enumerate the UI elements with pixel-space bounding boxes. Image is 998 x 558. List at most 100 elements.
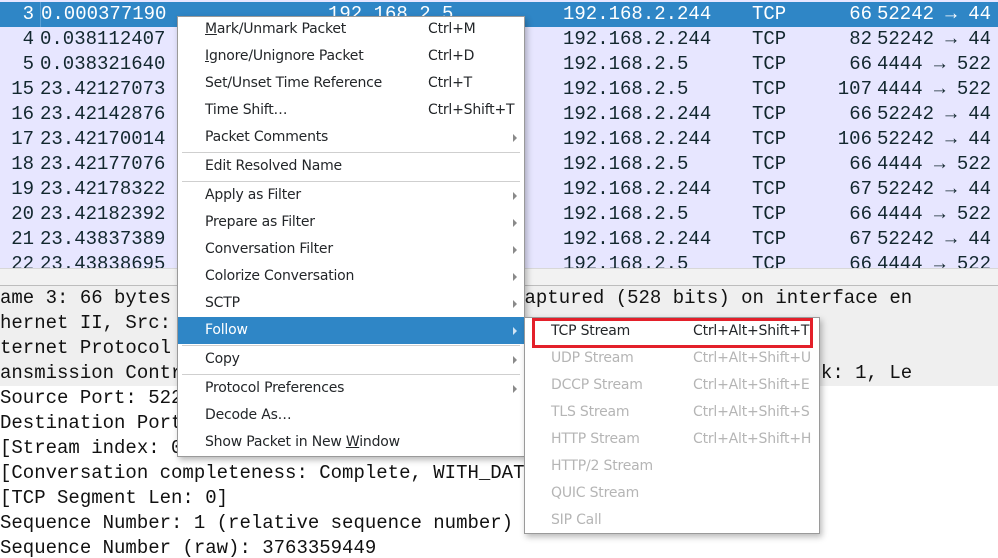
menu-separator <box>182 374 520 375</box>
packet-time: 23.42170014 <box>40 128 166 150</box>
packet-protocol: TCP <box>752 3 787 25</box>
packet-length: 66 <box>849 3 872 25</box>
packet-protocol: TCP <box>752 128 787 150</box>
packet-length: 67 <box>849 228 872 250</box>
packet-destination: 192.168.2.5 <box>563 253 689 268</box>
packet-length: 82 <box>849 28 872 50</box>
packet-time: 23.43837389 <box>40 228 166 250</box>
packet-destination: 192.168.2.244 <box>563 28 712 50</box>
follow-quic-stream-item: QUIC Stream <box>525 480 819 507</box>
menu-item-colorize-conversation[interactable]: Colorize Conversation <box>178 263 524 290</box>
details-tree-item[interactable]: Sequence Number (raw): 3763359449 <box>0 536 998 558</box>
packet-protocol: TCP <box>752 53 787 75</box>
details-tree-item[interactable]: Sequence Number: 1 (relative sequence nu… <box>0 511 998 536</box>
packet-time: 23.42177076 <box>40 153 166 175</box>
menu-item-sctp[interactable]: SCTP <box>178 290 524 317</box>
menu-item-label: Copy <box>205 346 240 373</box>
packet-destination: 192.168.2.5 <box>563 153 689 175</box>
label-text: gnore/Unignore Packet <box>208 48 364 64</box>
menu-item-label: Follow <box>205 317 248 344</box>
label-text: Show Packet in New <box>205 434 346 450</box>
menu-separator <box>182 345 520 346</box>
menu-separator <box>182 181 520 182</box>
submenu-arrow-icon <box>513 327 517 335</box>
menu-item-label: SIP Call <box>551 512 602 528</box>
packet-info: 4444 → 522 <box>877 153 992 175</box>
packet-number: 21 <box>11 228 34 250</box>
label-text: Decode As… <box>205 407 292 423</box>
follow-http-stream-item: HTTP Stream Ctrl+Alt+Shift+H <box>525 426 819 453</box>
menu-item-show-packet-in-new-window[interactable]: Show Packet in New Window <box>178 429 524 456</box>
menu-item-label: Apply as Filter <box>205 182 301 209</box>
menu-item-label: Decode As… <box>205 402 292 429</box>
menu-item-label: Show Packet in New Window <box>205 429 400 456</box>
packet-number: 15 <box>11 78 34 100</box>
submenu-arrow-icon <box>513 219 517 227</box>
menu-item-conversation-filter[interactable]: Conversation Filter <box>178 236 524 263</box>
menu-item-ignore-unignore-packet[interactable]: Ignore/Unignore Packet Ctrl+D <box>178 43 524 70</box>
label-text: Colorize Conversation <box>205 268 355 284</box>
packet-time: 0.000377190 <box>40 2 167 27</box>
packet-length: 66 <box>849 53 872 75</box>
packet-protocol: TCP <box>752 228 787 250</box>
label-text: Conversation Filter <box>205 241 333 257</box>
menu-item-label: Protocol Preferences <box>205 375 344 402</box>
menu-item-shortcut: Ctrl+Alt+Shift+H <box>693 431 812 447</box>
packet-destination: 192.168.2.244 <box>563 128 712 150</box>
menu-item-packet-comments[interactable]: Packet Comments <box>178 124 524 151</box>
packet-info: 4444 → 522 <box>877 203 992 225</box>
menu-item-protocol-preferences[interactable]: Protocol Preferences <box>178 375 524 402</box>
menu-item-copy[interactable]: Copy <box>178 346 524 373</box>
packet-number: 22 <box>11 253 34 268</box>
menu-item-label: Set/Unset Time Reference <box>205 70 382 97</box>
packet-number: 4 <box>22 28 34 50</box>
details-tree-item[interactable]: [Conversation completeness: Complete, WI… <box>0 461 998 486</box>
packet-info: 52242 → 44 <box>877 103 992 125</box>
packet-info: 52242 → 44 <box>877 228 992 250</box>
menu-item-shortcut: Ctrl+Alt+Shift+S <box>693 404 810 420</box>
menu-separator <box>182 152 520 153</box>
packet-number: 20 <box>11 203 34 225</box>
submenu-arrow-icon <box>513 192 517 200</box>
packet-length: 67 <box>849 178 872 200</box>
packet-destination: 192.168.2.244 <box>563 228 712 250</box>
packet-length: 107 <box>837 78 872 100</box>
menu-item-time-shift[interactable]: Time Shift… Ctrl+Shift+T <box>178 97 524 124</box>
menu-item-mark-unmark-packet[interactable]: Mark/Unmark Packet Ctrl+M <box>178 16 524 43</box>
menu-item-apply-as-filter[interactable]: Apply as Filter <box>178 182 524 209</box>
menu-item-prepare-as-filter[interactable]: Prepare as Filter <box>178 209 524 236</box>
packet-length: 66 <box>849 103 872 125</box>
label-text: Follow <box>205 322 248 338</box>
menu-item-set-unset-time-reference[interactable]: Set/Unset Time Reference Ctrl+T <box>178 70 524 97</box>
menu-item-label: TLS Stream <box>551 404 630 420</box>
packet-time: 0.038112407 <box>40 28 166 50</box>
menu-item-decode-as[interactable]: Decode As… <box>178 402 524 429</box>
menu-item-shortcut: Ctrl+T <box>428 75 472 91</box>
packet-destination: 192.168.2.5 <box>563 203 689 225</box>
packet-protocol: TCP <box>752 178 787 200</box>
label-text: Packet Comments <box>205 129 329 145</box>
label-text: Protocol Preferences <box>205 380 345 396</box>
packet-number: 16 <box>11 103 34 125</box>
menu-item-label: UDP Stream <box>551 350 634 366</box>
follow-sip-call-item: SIP Call <box>525 507 819 534</box>
menu-item-label: Time Shift… <box>205 97 288 124</box>
menu-item-edit-resolved-name[interactable]: Edit Resolved Name <box>178 153 524 180</box>
follow-http-2-stream-item: HTTP/2 Stream <box>525 453 819 480</box>
menu-item-shortcut: Ctrl+D <box>428 48 475 64</box>
packet-number: 17 <box>11 128 34 150</box>
submenu-arrow-icon <box>513 273 517 281</box>
packet-time: 23.42127073 <box>40 78 166 100</box>
menu-item-label: HTTP/2 Stream <box>551 458 653 474</box>
label-text: ark/Unmark Packet <box>216 21 347 37</box>
packet-info: 4444 → 522 <box>877 53 992 75</box>
label-text: indow <box>359 434 400 450</box>
menu-item-follow[interactable]: Follow <box>178 317 524 344</box>
packet-number: 3 <box>22 3 34 25</box>
submenu-arrow-icon <box>513 356 517 364</box>
submenu-arrow-icon <box>513 134 517 142</box>
details-tree-item[interactable]: [TCP Segment Len: 0] <box>0 486 998 511</box>
packet-time: 23.42182392 <box>40 203 166 225</box>
menu-item-label: Colorize Conversation <box>205 263 354 290</box>
menu-item-label: Packet Comments <box>205 124 328 151</box>
